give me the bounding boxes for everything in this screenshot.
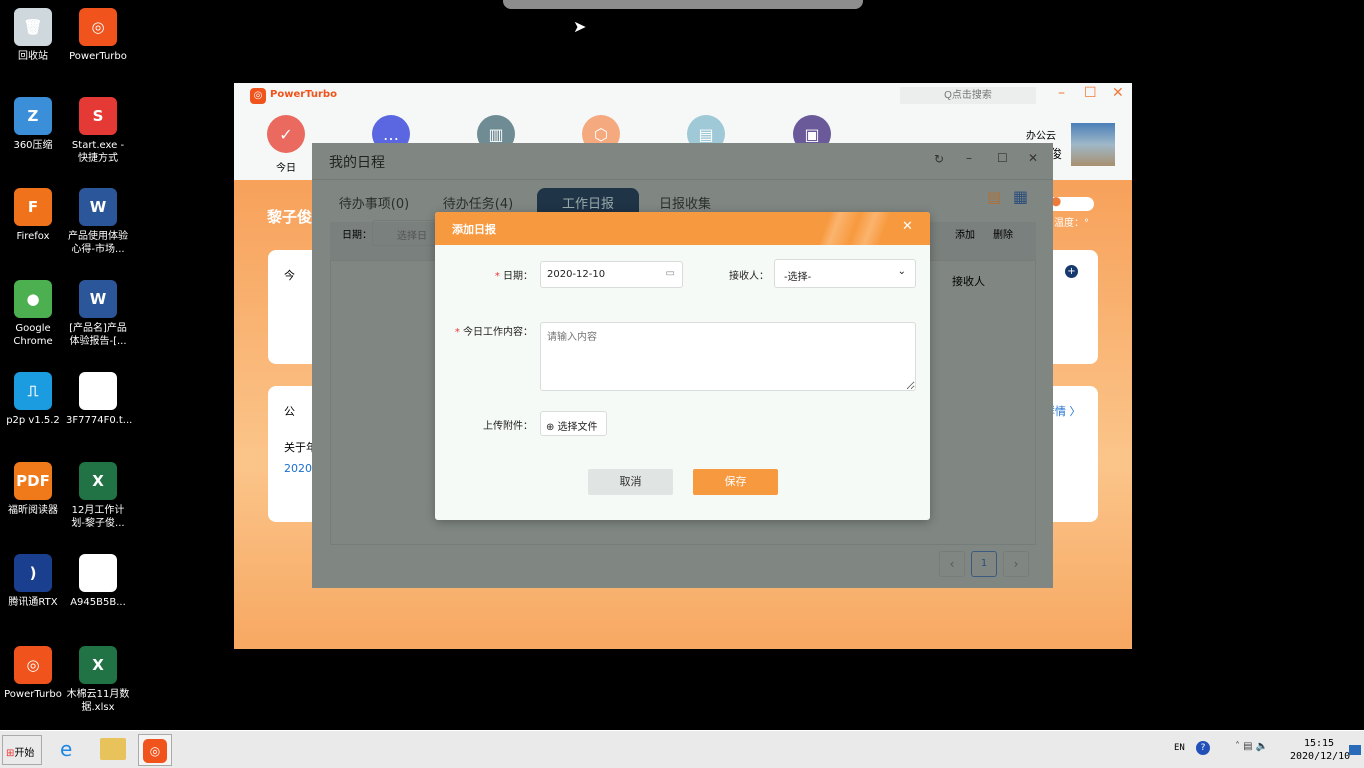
upload-icon: ⊕ (546, 422, 558, 433)
date-input[interactable]: 2020-12-10 ▭ (540, 261, 683, 288)
dialog-title: 添加日报 (452, 223, 496, 236)
add-button[interactable]: 添加 (955, 226, 975, 241)
taskbar-powerturbo[interactable]: ◎ (138, 734, 172, 766)
tray-expand-icon[interactable]: ˄ ▤ 🔈 (1235, 741, 1268, 752)
chevron-down-icon: ⌄ (897, 266, 906, 277)
date-value: 2020-12-10 (547, 269, 606, 280)
maximize-button[interactable]: ☐ (997, 151, 1008, 165)
prev-page-button[interactable]: ‹ (939, 551, 965, 577)
help-icon[interactable]: ? (1196, 741, 1210, 755)
content-textarea[interactable] (540, 322, 916, 391)
explorer-icon[interactable] (100, 738, 126, 760)
receiver-value: -选择- (784, 272, 812, 283)
start-button[interactable]: ⊞开始 (2, 735, 42, 765)
show-desktop-button[interactable] (1349, 745, 1361, 755)
tab[interactable]: 待办事项(0) (330, 188, 418, 222)
close-button[interactable]: ✕ (1028, 151, 1038, 165)
receiver-select[interactable]: -选择- ⌄ (774, 259, 916, 288)
receiver-label: 接收人： (729, 271, 769, 282)
minimize-button[interactable]: – (966, 151, 972, 165)
cancel-button[interactable]: 取消 (588, 469, 673, 495)
add-daily-report-dialog: 添加日报 ✕ * 日期： 2020-12-10 ▭ 接收人： -选择- ⌄ * 今日… (435, 212, 930, 520)
date-filter-label: 日期： (342, 230, 372, 241)
column-header-receiver: 接收人 (952, 275, 985, 288)
calendar-view-icon[interactable]: ▦ (1013, 187, 1028, 206)
delete-button[interactable]: 删除 (993, 226, 1013, 241)
choose-file-button[interactable]: ⊕ 选择文件 (540, 411, 607, 436)
page-1-button[interactable]: 1 (971, 551, 997, 577)
language-indicator[interactable]: EN (1174, 743, 1185, 753)
calendar-icon: ▭ (665, 268, 675, 279)
ie-icon[interactable]: e (60, 737, 72, 761)
date-filter-input[interactable]: 选择日 (372, 220, 442, 246)
dialog-header: 添加日报 ✕ (435, 212, 930, 245)
clock[interactable]: 15:15 2020/12/10 (1290, 737, 1350, 763)
save-button[interactable]: 保存 (693, 469, 778, 495)
next-page-button[interactable]: › (1003, 551, 1029, 577)
content-label: 今日工作内容： (463, 327, 533, 338)
attach-label: 上传附件： (483, 421, 533, 432)
schedule-title: 我的日程 (329, 155, 385, 171)
taskbar: ⊞开始 e ◎ EN ? ˄ ▤ 🔈 15:15 2020/12/10 (0, 730, 1364, 768)
list-view-icon[interactable]: ▤ (987, 188, 1001, 206)
date-label: 日期： (503, 271, 533, 282)
refresh-button[interactable]: ↻ (934, 152, 944, 166)
close-icon[interactable]: ✕ (902, 219, 913, 234)
